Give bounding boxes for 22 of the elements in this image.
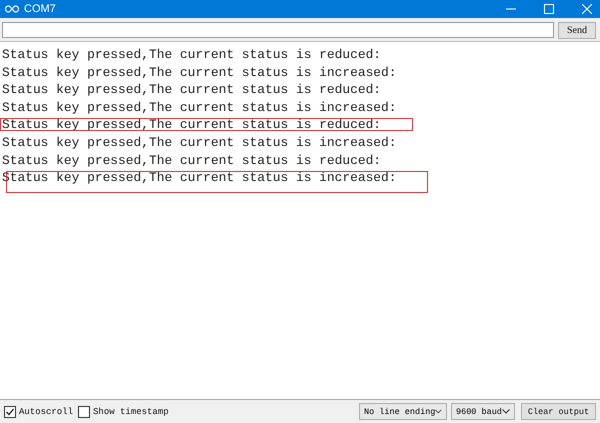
- window-title: COM7: [24, 3, 56, 15]
- maximize-icon[interactable]: [544, 4, 554, 14]
- output-line: Status key pressed,The current status is increased:: [2, 64, 397, 80]
- checkbox-label: Autoscroll: [19, 406, 74, 416]
- output-line: Status key pressed,The current status is reduced:: [2, 117, 382, 132]
- output-line: Status key pressed,The current status is reduced:: [2, 82, 382, 98]
- clear-output-button[interactable]: Clear output: [521, 403, 596, 420]
- output-line: Status key pressed,The current status is increased:: [2, 100, 397, 115]
- output-line: Status key pressed,The current status is reduced:: [2, 152, 382, 168]
- checkbox-label: Show timestamp: [93, 406, 169, 416]
- chevron-icon: [502, 409, 510, 414]
- chevron-icon: [435, 409, 442, 414]
- line-ending-dropdown[interactable]: No line ending: [359, 403, 447, 420]
- close-icon[interactable]: [582, 4, 592, 14]
- infinity-icon: [5, 5, 19, 13]
- input-field[interactable]: [2, 22, 554, 38]
- checkbox[interactable]: [4, 406, 16, 418]
- baud-dropdown[interactable]: 9600 baud: [451, 403, 515, 420]
- output-line: Status key pressed,The current status is reduced:: [2, 47, 382, 62]
- checkbox[interactable]: [78, 406, 90, 418]
- output-line: Status key pressed,The current status is increased:: [2, 134, 397, 150]
- send-button[interactable]: Send: [558, 22, 596, 38]
